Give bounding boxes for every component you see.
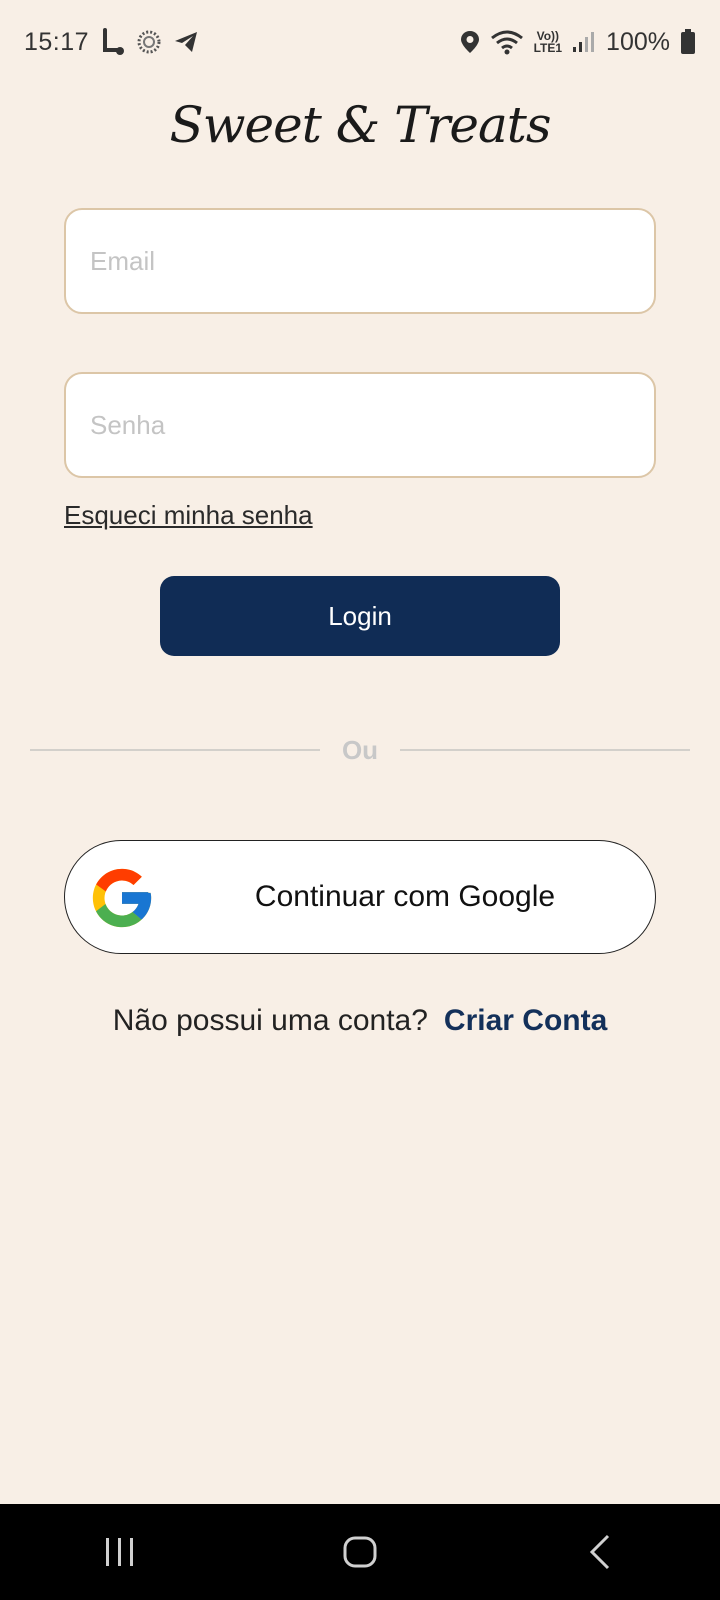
login-button[interactable]: Login (160, 576, 560, 656)
create-account-link[interactable]: Criar Conta (444, 1004, 607, 1038)
telegram-icon (173, 30, 199, 54)
l-app-icon (99, 28, 125, 56)
password-field-container[interactable] (64, 372, 656, 478)
battery-icon (680, 29, 696, 55)
recent-apps-icon[interactable] (80, 1512, 160, 1592)
password-field[interactable] (90, 409, 630, 441)
or-divider: Ou (30, 730, 691, 770)
signal-icon (572, 31, 596, 53)
google-signin-label: Continuar com Google (254, 880, 556, 913)
forgot-password-link[interactable]: Esqueci minha senha (64, 500, 313, 531)
signup-row: Não possui uma conta? Criar Conta (0, 1004, 720, 1038)
status-time: 15:17 (24, 27, 90, 56)
app-logo: Sweet & Treats (169, 96, 551, 154)
google-signin-button[interactable]: Continuar com Google (64, 840, 656, 954)
home-icon[interactable] (320, 1512, 400, 1592)
signup-prompt: Não possui uma conta? (112, 1004, 428, 1037)
network-label: Vo)) LTE1 (534, 30, 562, 54)
status-right: Vo)) LTE1 100% (460, 28, 696, 57)
battery-percent: 100% (606, 27, 670, 56)
sun-icon (135, 28, 163, 56)
network-label-bottom: LTE1 (533, 41, 563, 55)
status-left: 15:17 (24, 28, 199, 57)
divider-line-left (30, 749, 320, 751)
divider-text: Ou (341, 734, 379, 765)
status-bar: 15:17 Vo)) LTE1 100% (0, 0, 720, 84)
divider-line-right (400, 749, 691, 751)
back-icon[interactable] (560, 1512, 640, 1592)
email-field-container[interactable] (64, 208, 656, 314)
wifi-icon (490, 29, 524, 55)
system-nav-bar (0, 1504, 720, 1600)
location-icon (460, 30, 480, 54)
login-screen: 15:17 Vo)) LTE1 100% Sweet & Treats Emai… (0, 0, 720, 1600)
email-field[interactable] (90, 245, 630, 277)
